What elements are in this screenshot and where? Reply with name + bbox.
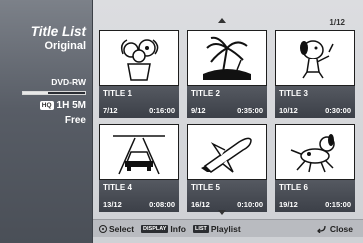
title-name: TITLE 6 xyxy=(279,183,308,192)
title-info: TITLE 1 7/12 0:16:00 xyxy=(99,86,179,118)
title-tile[interactable]: TITLE 3 10/12 0:30:00 xyxy=(275,30,355,118)
title-info: TITLE 4 13/12 0:08:00 xyxy=(99,180,179,212)
title-duration: 0:35:00 xyxy=(237,106,263,115)
title-list-screen: Title List Original DVD-RW HQ 1H 5M Free… xyxy=(0,0,363,243)
title-tile[interactable]: TITLE 6 19/12 0:15:00 xyxy=(275,124,355,212)
title-grid: TITLE 1 7/12 0:16:00 TITLE 2 9/12 0:35:00 xyxy=(99,30,357,212)
running-dog-icon xyxy=(290,134,335,173)
title-duration: 0:30:00 xyxy=(325,106,351,115)
title-info: TITLE 2 9/12 0:35:00 xyxy=(187,86,267,118)
list-key-icon: LIST xyxy=(192,224,209,233)
select-hint[interactable]: Select xyxy=(99,224,134,234)
info-hint[interactable]: DISPLAY Info xyxy=(141,224,186,234)
title-info: TITLE 5 16/12 0:10:00 xyxy=(187,180,267,212)
title-info: TITLE 6 19/12 0:15:00 xyxy=(275,180,355,212)
title-thumbnail xyxy=(99,30,179,86)
page-indicator: 1/12 xyxy=(329,18,345,27)
quality-badge: HQ xyxy=(39,101,54,110)
cartoon-dog-icon xyxy=(300,40,334,79)
disc-type-label: DVD-RW xyxy=(51,77,86,87)
title-grid-panel: 1/12 TITLE 1 7/12 0:16:00 TITLE 2 9/12 0… xyxy=(93,0,363,243)
title-tile[interactable]: TITLE 5 16/12 0:10:00 xyxy=(187,124,267,212)
footer-help-bar: Select DISPLAY Info LIST Playlist Close xyxy=(93,219,363,237)
disc-usage-fill xyxy=(23,92,48,94)
remaining-time: HQ 1H 5M xyxy=(39,100,86,111)
title-tile[interactable]: TITLE 2 9/12 0:35:00 xyxy=(187,30,267,118)
title-info: TITLE 3 10/12 0:30:00 xyxy=(275,86,355,118)
title-duration: 0:15:00 xyxy=(325,200,351,209)
title-duration: 0:10:00 xyxy=(237,200,263,209)
title-name: TITLE 5 xyxy=(191,183,220,192)
title-date: 19/12 xyxy=(279,200,298,209)
remaining-time-value: 1H 5M xyxy=(56,100,86,111)
screen-title: Title List xyxy=(30,24,86,39)
space-shuttle-icon xyxy=(201,137,252,173)
select-label: Select xyxy=(109,223,135,234)
title-name: TITLE 3 xyxy=(279,89,308,98)
title-date: 9/12 xyxy=(191,106,206,115)
return-arrow-icon xyxy=(316,225,326,233)
title-name: TITLE 1 xyxy=(103,89,132,98)
playlist-hint[interactable]: LIST Playlist xyxy=(192,223,241,234)
flower-vase-icon xyxy=(120,39,159,81)
title-name: TITLE 4 xyxy=(103,183,132,192)
sidebar: Title List Original DVD-RW HQ 1H 5M Free xyxy=(0,0,93,243)
title-date: 13/12 xyxy=(103,200,122,209)
info-label: Info xyxy=(170,223,186,234)
list-type-label: Original xyxy=(44,40,86,52)
title-date: 7/12 xyxy=(103,106,118,115)
scroll-up-icon[interactable] xyxy=(218,18,226,23)
title-tile[interactable]: TITLE 1 7/12 0:16:00 xyxy=(99,30,179,118)
close-label: Close xyxy=(329,223,353,234)
playlist-label: Playlist xyxy=(210,223,241,234)
title-thumbnail xyxy=(275,124,355,180)
enter-button-icon xyxy=(99,224,107,233)
scroll-down-icon[interactable] xyxy=(218,210,226,215)
title-date: 16/12 xyxy=(191,200,210,209)
disc-usage-bar xyxy=(22,91,86,95)
title-thumbnail xyxy=(187,30,267,86)
title-name: TITLE 2 xyxy=(191,89,220,98)
close-hint[interactable]: Close xyxy=(316,223,353,234)
title-thumbnail xyxy=(187,124,267,180)
title-duration: 0:16:00 xyxy=(149,106,175,115)
title-tile[interactable]: TITLE 4 13/12 0:08:00 xyxy=(99,124,179,212)
title-duration: 0:08:00 xyxy=(149,200,175,209)
palm-tree-island-icon xyxy=(203,36,251,80)
title-thumbnail xyxy=(275,30,355,86)
title-thumbnail xyxy=(99,124,179,180)
display-key-icon: DISPLAY xyxy=(141,224,169,233)
free-label: Free xyxy=(64,115,86,126)
car-road-icon xyxy=(113,135,165,175)
title-date: 10/12 xyxy=(279,106,298,115)
